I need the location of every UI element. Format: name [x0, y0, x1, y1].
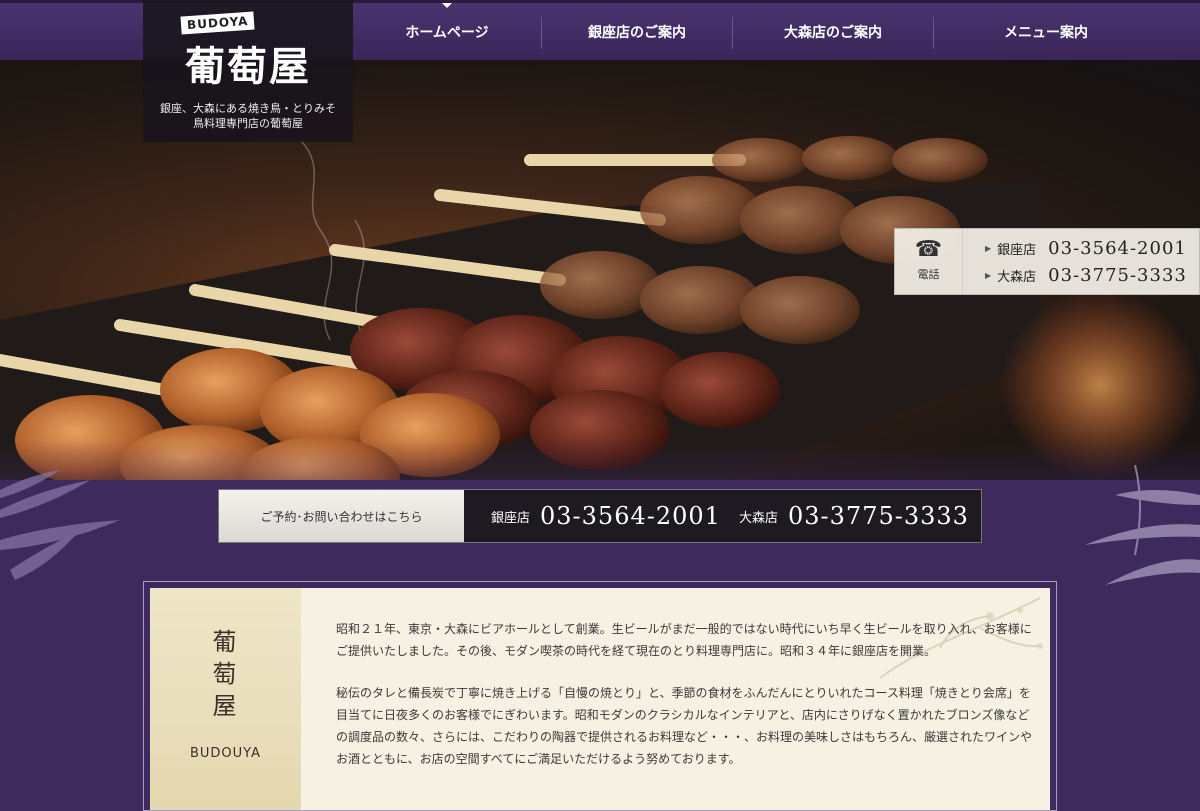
arrow-right-icon: ▶: [985, 271, 992, 280]
about-paragraph: 昭和２１年、東京・大森にビアホールとして創業。生ビールがまだ一般的ではない時代に…: [336, 622, 1032, 658]
nav-omori[interactable]: 大森店のご案内: [733, 3, 933, 60]
phone-number: 03-3564-2001: [1048, 238, 1187, 259]
active-indicator: [442, 3, 452, 8]
phone-row-omori[interactable]: ▶ 大森店 03-3775-3333: [985, 265, 1187, 286]
nav-menu[interactable]: メニュー案内: [934, 3, 1158, 60]
contact-ginza[interactable]: 銀座店 03-3564-2001: [491, 490, 721, 542]
nav-ginza[interactable]: 銀座店のご案内: [542, 3, 732, 60]
about-title-japanese: 葡 萄 屋: [150, 626, 301, 722]
reservation-contact-bar: ご予約･お問い合わせはこちら 銀座店 03-3564-2001 大森店 03-3…: [218, 489, 982, 543]
about-title-char: 葡: [212, 628, 239, 656]
arrow-right-icon: ▶: [985, 244, 992, 253]
contact-phone-number: 03-3775-3333: [788, 502, 969, 530]
contact-store-name: 大森店: [739, 510, 779, 526]
about-side-title: 葡 萄 屋 BUDOUYA: [150, 588, 301, 810]
phone-store-name: 銀座店: [997, 243, 1037, 258]
contact-store-name: 銀座店: [491, 510, 531, 526]
nav-home[interactable]: ホームページ: [353, 3, 541, 60]
about-title-english: BUDOUYA: [189, 746, 262, 761]
bamboo-leaves-left: [0, 470, 120, 580]
about-paragraph: 秘伝のタレと備長炭で丁寧に焼き上げる「自慢の焼とり」と、季節の食材をふんだんにと…: [336, 686, 1033, 766]
hero-gradient-fade: [0, 440, 1200, 480]
phone-store-name: 大森店: [997, 270, 1037, 285]
phone-number: 03-3775-3333: [1048, 265, 1187, 286]
phone-label: 電話: [917, 268, 940, 281]
about-title-char: 萄: [212, 660, 239, 688]
logo-english: BUDOYA: [180, 11, 255, 35]
logo-tagline-line-1: 銀座、大森にある焼き鳥・とりみそ: [160, 102, 336, 115]
about-body: 昭和２１年、東京・大森にビアホールとして創業。生ビールがまだ一般的ではない時代に…: [336, 618, 1036, 790]
reservation-label: ご予約･お問い合わせはこちら: [219, 490, 464, 542]
phone-row-ginza[interactable]: ▶ 銀座店 03-3564-2001: [985, 238, 1187, 259]
nav-home-label: ホームページ: [405, 24, 489, 41]
phone-icon: ☎: [914, 237, 943, 262]
logo-tagline: 銀座、大森にある焼き鳥・とりみそ 鳥料理専門店の葡萄屋: [143, 101, 353, 131]
about-title-char: 屋: [212, 692, 239, 720]
phone-contact-box: ☎ 電話 ▶ 銀座店 03-3564-2001 ▶ 大森店 03-3775-33…: [894, 228, 1200, 295]
about-section: 葡 萄 屋 BUDOUYA 昭和２１年、東京・大森にビアホールとして創業。生ビー…: [143, 581, 1057, 811]
logo-japanese: 葡萄屋: [185, 43, 311, 90]
nav-menu-label: メニュー案内: [1004, 24, 1088, 41]
logo-tagline-line-2: 鳥料理専門店の葡萄屋: [193, 117, 303, 130]
contact-phone-number: 03-3564-2001: [540, 502, 721, 530]
nav-ginza-label: 銀座店のご案内: [588, 24, 686, 41]
phone-icon-cell[interactable]: ☎ 電話: [895, 229, 963, 294]
about-panel-inner: 葡 萄 屋 BUDOUYA 昭和２１年、東京・大森にビアホールとして創業。生ビー…: [150, 588, 1050, 810]
bamboo-leaves-right: [1085, 465, 1200, 585]
nav-omori-label: 大森店のご案内: [784, 24, 882, 41]
site-logo[interactable]: BUDOYA 葡萄屋 銀座、大森にある焼き鳥・とりみそ 鳥料理専門店の葡萄屋: [143, 0, 353, 142]
contact-omori[interactable]: 大森店 03-3775-3333: [739, 490, 969, 542]
